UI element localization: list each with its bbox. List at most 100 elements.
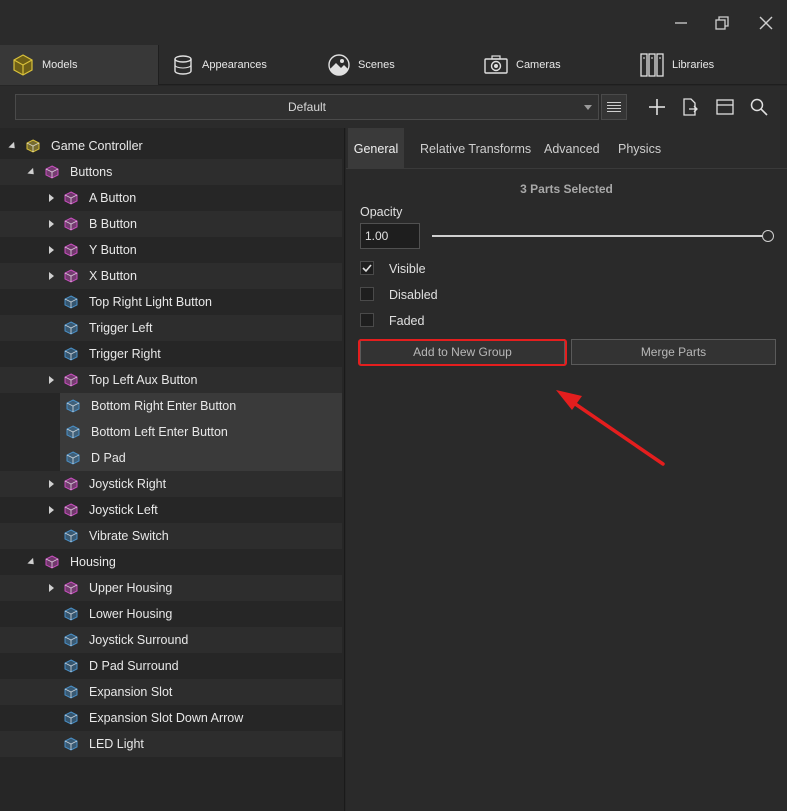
tree-row[interactable]: D Pad Surround [0, 653, 342, 679]
tree-row-label: D Pad Surround [89, 659, 179, 673]
landscape-icon [328, 54, 350, 76]
tree-row-label: LED Light [89, 737, 144, 751]
tree-row[interactable]: D Pad [60, 445, 342, 471]
tree-row[interactable]: Bottom Right Enter Button [60, 393, 342, 419]
expanded-arrow-icon[interactable] [27, 167, 37, 177]
button-label: Add to New Group [413, 345, 512, 359]
tab-general[interactable]: General [348, 128, 404, 169]
tree-row[interactable]: LED Light [0, 731, 342, 757]
expanded-arrow-icon[interactable] [27, 557, 37, 567]
tab-models[interactable]: Models [0, 45, 159, 85]
tree-row[interactable]: A Button [0, 185, 342, 211]
faded-checkbox[interactable] [360, 313, 374, 327]
part-icon [64, 685, 78, 699]
part-icon [66, 451, 80, 465]
opacity-slider-thumb[interactable] [762, 230, 774, 242]
collapsed-arrow-icon[interactable] [46, 219, 56, 229]
tree-row[interactable]: Upper Housing [0, 575, 342, 601]
tree-row[interactable]: B Button [0, 211, 342, 237]
tree-row-label: Bottom Left Enter Button [91, 425, 228, 439]
part-icon [64, 607, 78, 621]
minimize-button[interactable] [666, 8, 696, 38]
tree-row[interactable]: Top Right Light Button [0, 289, 342, 315]
add-icon [649, 99, 665, 115]
opacity-slider-track[interactable] [432, 235, 768, 237]
close-icon [759, 16, 773, 30]
tree-row[interactable]: Joystick Left [0, 497, 342, 523]
preset-value: Default [287, 100, 327, 114]
tree-row[interactable]: Trigger Left [0, 315, 342, 341]
model-icon [26, 139, 40, 153]
tree-row[interactable]: Lower Housing [0, 601, 342, 627]
merge-parts-button[interactable]: Merge Parts [571, 339, 776, 365]
tab-label: Scenes [358, 59, 395, 71]
tree-row[interactable]: Expansion Slot [0, 679, 342, 705]
tab-advanced[interactable]: Advanced [544, 128, 600, 169]
add-to-new-group-button[interactable]: Add to New Group [360, 339, 565, 365]
group-icon [64, 581, 78, 595]
tree-row[interactable]: Bottom Left Enter Button [60, 419, 342, 445]
tree-row[interactable]: Y Button [0, 237, 342, 263]
tree-row-label: A Button [89, 191, 137, 205]
selection-info: 3 Parts Selected [520, 182, 613, 196]
collapsed-arrow-icon[interactable] [46, 271, 56, 281]
tab-appearances[interactable]: Appearances [160, 45, 315, 85]
tree-row[interactable]: Game Controller [0, 133, 342, 159]
opacity-input[interactable] [360, 223, 420, 249]
tree-row-label: Game Controller [51, 139, 143, 153]
tab-relative-transforms[interactable]: Relative Transforms [420, 128, 531, 169]
tree-row[interactable]: Top Left Aux Button [0, 367, 342, 393]
tree-row[interactable]: X Button [0, 263, 342, 289]
tree-row-label: Expansion Slot [89, 685, 173, 699]
visible-checkbox[interactable] [360, 261, 374, 275]
layout-button[interactable] [714, 96, 736, 118]
collapsed-arrow-icon[interactable] [46, 479, 56, 489]
collapsed-arrow-icon[interactable] [46, 375, 56, 385]
tab-scenes[interactable]: Scenes [316, 45, 471, 85]
part-icon [64, 633, 78, 647]
tree-row[interactable]: Vibrate Switch [0, 523, 342, 549]
expanded-arrow-icon[interactable] [8, 141, 18, 151]
tree-row-label: Top Left Aux Button [89, 373, 198, 387]
search-button[interactable] [748, 96, 770, 118]
tree-row-label: Buttons [70, 165, 113, 179]
close-button[interactable] [751, 8, 781, 38]
collapsed-arrow-icon[interactable] [46, 583, 56, 593]
tree-row[interactable]: Housing [0, 549, 342, 575]
part-icon [66, 399, 80, 413]
tree-row-label: Upper Housing [89, 581, 173, 595]
tab-cameras[interactable]: Cameras [472, 45, 627, 85]
collapsed-arrow-icon[interactable] [46, 505, 56, 515]
restore-button[interactable] [707, 8, 737, 38]
preset-dropdown[interactable]: Default [15, 94, 599, 120]
tree-row-label: Lower Housing [89, 607, 173, 621]
tree-row[interactable]: Joystick Right [0, 471, 342, 497]
list-view-button[interactable] [601, 94, 627, 120]
cube-icon [13, 54, 33, 76]
part-icon [64, 347, 78, 361]
tree-row-label: D Pad [91, 451, 126, 465]
tree-row[interactable]: Trigger Right [0, 341, 342, 367]
tree-row-label: Joystick Surround [89, 633, 189, 647]
collapsed-arrow-icon[interactable] [46, 193, 56, 203]
tab-physics[interactable]: Physics [618, 128, 661, 169]
disabled-checkbox[interactable] [360, 287, 374, 301]
tree-row-label: Joystick Right [89, 477, 167, 491]
tab-libraries[interactable]: Libraries [628, 45, 787, 85]
tree-row[interactable]: Buttons [0, 159, 342, 185]
properties-tab-bar: General Relative Transforms Advanced Phy… [346, 128, 787, 169]
add-button[interactable] [646, 96, 668, 118]
list-icon [607, 102, 621, 103]
tab-label: Physics [618, 141, 662, 156]
tab-label: General [353, 141, 399, 156]
chevron-down-icon [584, 105, 592, 110]
export-button[interactable] [679, 96, 701, 118]
part-icon [64, 659, 78, 673]
collapsed-arrow-icon[interactable] [46, 245, 56, 255]
part-icon [64, 711, 78, 725]
layout-icon [716, 99, 734, 115]
part-icon [66, 425, 80, 439]
tree-row[interactable]: Joystick Surround [0, 627, 342, 653]
tree-row[interactable]: Expansion Slot Down Arrow [0, 705, 342, 731]
group-icon [45, 165, 59, 179]
